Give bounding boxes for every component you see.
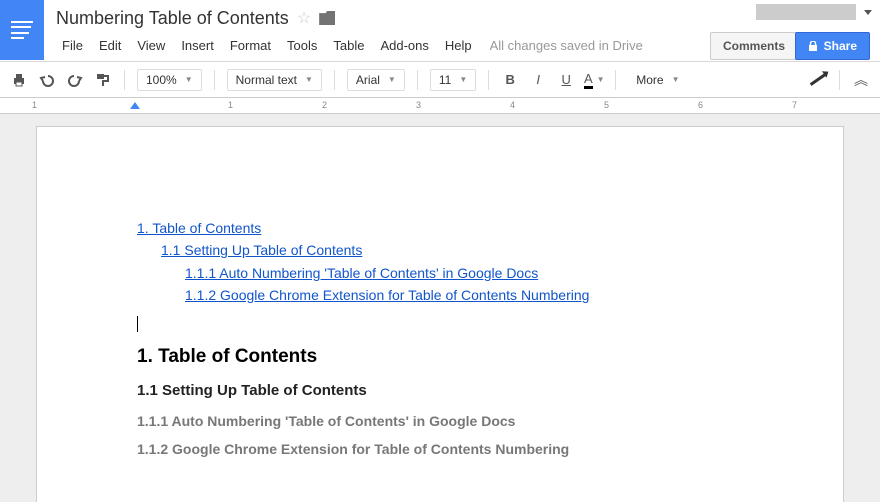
menu-insert[interactable]: Insert [175,36,220,55]
comments-button[interactable]: Comments [710,32,798,60]
italic-button[interactable]: I [529,71,547,89]
header: Numbering Table of Contents ☆ File Edit … [0,0,880,62]
undo-icon[interactable] [38,71,56,89]
chevron-down-icon: ▼ [672,75,680,84]
more-label: More [636,73,663,87]
ruler-num: 7 [792,100,797,110]
hide-menus-icon[interactable]: ︽ [852,71,870,89]
editing-mode-icon[interactable] [809,71,827,89]
ruler-num: 4 [510,100,515,110]
menu-tools[interactable]: Tools [281,36,323,55]
account-menu-caret[interactable] [864,10,872,15]
toolbar: 100% ▼ Normal text ▼ Arial ▼ 11 ▼ B I U A▼ M… [0,62,880,98]
share-button[interactable]: Share [795,32,870,60]
ruler-num: 6 [698,100,703,110]
chevron-down-icon: ▼ [597,75,605,84]
toc-link-1-1[interactable]: 1.1 Setting Up Table of Contents [161,239,362,261]
zoom-select[interactable]: 100% ▼ [137,69,202,91]
lock-icon [808,41,818,51]
chevron-down-icon: ▼ [185,75,193,84]
menu-table[interactable]: Table [327,36,370,55]
menu-addons[interactable]: Add-ons [374,36,434,55]
heading-1[interactable]: 1. Table of Contents [137,346,743,368]
ruler-num: 5 [604,100,609,110]
menu-edit[interactable]: Edit [93,36,127,55]
more-button[interactable]: More ▼ [628,70,687,90]
chevron-down-icon: ▼ [388,75,396,84]
ruler-num: 3 [416,100,421,110]
print-icon[interactable] [10,71,28,89]
document-canvas[interactable]: 1. Table of Contents 1.1 Setting Up Tabl… [0,114,880,502]
toc-link-1-1-1[interactable]: 1.1.1 Auto Numbering 'Table of Contents'… [185,262,538,284]
document-title[interactable]: Numbering Table of Contents [56,8,289,29]
font-size-value: 11 [439,73,451,87]
font-size-select[interactable]: 11 ▼ [430,69,476,91]
paragraph-style-select[interactable]: Normal text ▼ [227,69,322,91]
redo-icon[interactable] [66,71,84,89]
text-color-button[interactable]: A▼ [585,71,603,89]
text-cursor-line[interactable] [137,315,743,332]
ruler-num: 2 [322,100,327,110]
save-status: All changes saved in Drive [490,38,643,53]
menu-view[interactable]: View [131,36,171,55]
heading-2[interactable]: 1.1 Setting Up Table of Contents [137,382,743,399]
ruler-num: 1 [32,100,37,110]
chevron-down-icon: ▼ [305,75,313,84]
docs-logo[interactable] [0,0,44,60]
font-family-value: Arial [356,73,380,87]
ruler[interactable]: 1 1 2 3 4 5 6 7 [0,98,880,114]
star-icon[interactable]: ☆ [297,8,311,28]
account-info[interactable] [756,4,856,20]
folder-icon[interactable] [319,11,335,25]
docs-logo-icon [11,21,33,39]
text-cursor [137,316,138,332]
font-family-select[interactable]: Arial ▼ [347,69,405,91]
bold-button[interactable]: B [501,71,519,89]
ruler-num: 1 [228,100,233,110]
page[interactable]: 1. Table of Contents 1.1 Setting Up Tabl… [36,126,844,502]
heading-3b[interactable]: 1.1.2 Google Chrome Extension for Table … [137,441,743,457]
toc-link-1[interactable]: 1. Table of Contents [137,217,261,239]
share-button-label: Share [824,39,857,53]
menu-format[interactable]: Format [224,36,277,55]
paint-format-icon[interactable] [94,71,112,89]
menu-help[interactable]: Help [439,36,478,55]
indent-marker[interactable] [130,102,140,109]
menu-file[interactable]: File [56,36,89,55]
zoom-value: 100% [146,73,177,87]
paragraph-style-value: Normal text [236,73,297,87]
chevron-down-icon: ▼ [459,75,467,84]
heading-3a[interactable]: 1.1.1 Auto Numbering 'Table of Contents'… [137,413,743,429]
underline-button[interactable]: U [557,71,575,89]
toc-link-1-1-2[interactable]: 1.1.2 Google Chrome Extension for Table … [185,284,589,306]
